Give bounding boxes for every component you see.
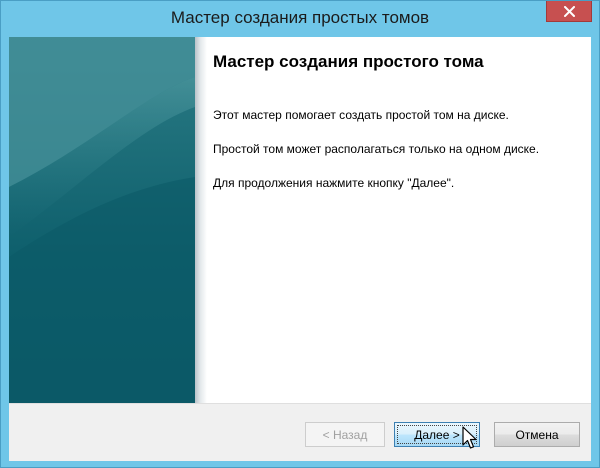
title-bar[interactable]: Мастер создания простых томов bbox=[1, 1, 599, 37]
wizard-window: Мастер создания простых томов Мастер соз… bbox=[0, 0, 600, 468]
back-button[interactable]: < Назад bbox=[305, 422, 385, 447]
wizard-description-3: Для продолжения нажмите кнопку "Далее". bbox=[213, 176, 455, 190]
close-button[interactable] bbox=[546, 1, 592, 22]
sidebar-divider bbox=[195, 37, 207, 403]
wizard-content: Мастер создания простого тома Этот масте… bbox=[213, 51, 573, 209]
wizard-description-1: Этот мастер помогает создать простой том… bbox=[213, 108, 509, 122]
wizard-button-bar: < Назад Далее > Отмена bbox=[9, 403, 591, 461]
wizard-sidebar-banner bbox=[9, 37, 195, 403]
cancel-button[interactable]: Отмена bbox=[494, 422, 580, 447]
wizard-client-area: Мастер создания простого тома Этот масте… bbox=[9, 37, 591, 461]
wizard-description-2: Простой том может располагаться только н… bbox=[213, 142, 540, 156]
window-title: Мастер создания простых томов bbox=[170, 8, 430, 27]
mouse-pointer-icon bbox=[462, 426, 477, 449]
sidebar-wave-graphic bbox=[9, 37, 195, 403]
wizard-heading: Мастер создания простого тома bbox=[213, 52, 484, 71]
close-icon bbox=[563, 5, 575, 17]
